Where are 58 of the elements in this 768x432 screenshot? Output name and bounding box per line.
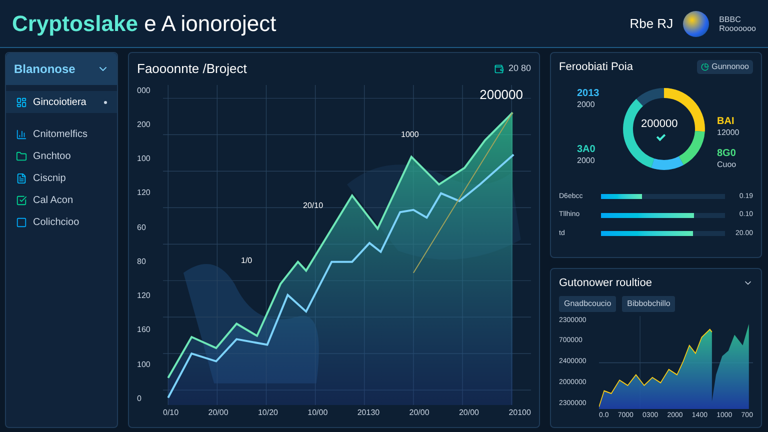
panel-title: Faooonnte /Broject xyxy=(137,60,247,78)
segment-label: 12000 xyxy=(717,126,740,138)
globe-avatar-icon[interactable] xyxy=(683,10,710,36)
axis-label: 100 xyxy=(137,153,152,166)
sidebar-heading[interactable]: Blanonose xyxy=(6,53,117,85)
sidebar-item[interactable]: Gnchtoo xyxy=(6,145,117,167)
segment-value: BAI xyxy=(717,116,736,126)
axis-label: 60 xyxy=(137,222,147,234)
segment-label: 2000 xyxy=(577,98,596,110)
filter-button[interactable]: Gnadbcoucio xyxy=(559,296,616,312)
checkbox-icon xyxy=(16,194,27,206)
filter-button[interactable]: Bibbobchillo xyxy=(622,296,676,312)
wallet-icon xyxy=(494,64,504,74)
axis-label: 100 xyxy=(137,358,152,371)
sidebar-item[interactable]: Cnitomelfics xyxy=(6,123,117,145)
account-text: BBBC xyxy=(719,14,742,24)
badge: Gunnonoo xyxy=(696,60,753,74)
axis-label: 10/20 xyxy=(258,407,278,419)
bar-chart-icon xyxy=(16,128,27,140)
segment-label: Cuoo xyxy=(717,158,736,170)
folder-icon xyxy=(16,150,27,162)
segment-value: 2013 xyxy=(577,88,600,98)
axis-label: 80 xyxy=(137,256,147,268)
chart-annotation: 200000 xyxy=(480,86,523,104)
axis-label: 20130 xyxy=(357,407,380,419)
chart-annotation: 1/0 xyxy=(241,254,252,266)
chart-annotation: 1000 xyxy=(401,128,419,140)
sidebar-item[interactable]: Ciscnip xyxy=(6,167,117,189)
user-name: Rbe RJ xyxy=(630,14,674,33)
pie-chart-icon xyxy=(700,63,709,72)
badge-text: 20 80 xyxy=(508,62,531,75)
axis-label: 120 xyxy=(137,187,152,200)
app-title: Cryptoslake e A ionoroject xyxy=(12,10,276,38)
donut-center-value: 200000 xyxy=(641,116,678,132)
axis-label: 20100 xyxy=(508,407,531,419)
axis-label: 10/00 xyxy=(308,407,328,419)
sidebar-item[interactable]: Cal Acon xyxy=(6,189,117,211)
axis-label: 0/10 xyxy=(163,407,179,419)
axis-label: 0 xyxy=(137,392,142,405)
axis-label: 200 xyxy=(137,118,152,131)
sidebar-item[interactable]: Gincoiotiera xyxy=(6,91,117,113)
segment-label: 2000 xyxy=(577,154,596,166)
document-icon xyxy=(16,172,27,184)
axis-label: 20/00 xyxy=(458,407,480,419)
sidebar-item[interactable]: Colichcioo xyxy=(6,211,117,233)
account-text: Rooooooo xyxy=(719,24,756,32)
axis-label: 20/00 xyxy=(409,407,430,419)
square-icon xyxy=(16,216,27,228)
axis-label: 20/00 xyxy=(208,407,228,419)
segment-value: 3A0 xyxy=(577,144,596,154)
panel-title: Gutonower roultioe xyxy=(559,276,652,291)
axis-label: 120 xyxy=(137,290,152,302)
dashboard-icon xyxy=(16,96,27,108)
chart-annotation: 20/10 xyxy=(303,200,324,212)
segment-value: 8G0 xyxy=(717,148,736,158)
axis-label: 160 xyxy=(137,324,152,336)
axis-label: 000 xyxy=(137,84,152,96)
panel-title: Feroobiati Poia xyxy=(559,60,633,75)
